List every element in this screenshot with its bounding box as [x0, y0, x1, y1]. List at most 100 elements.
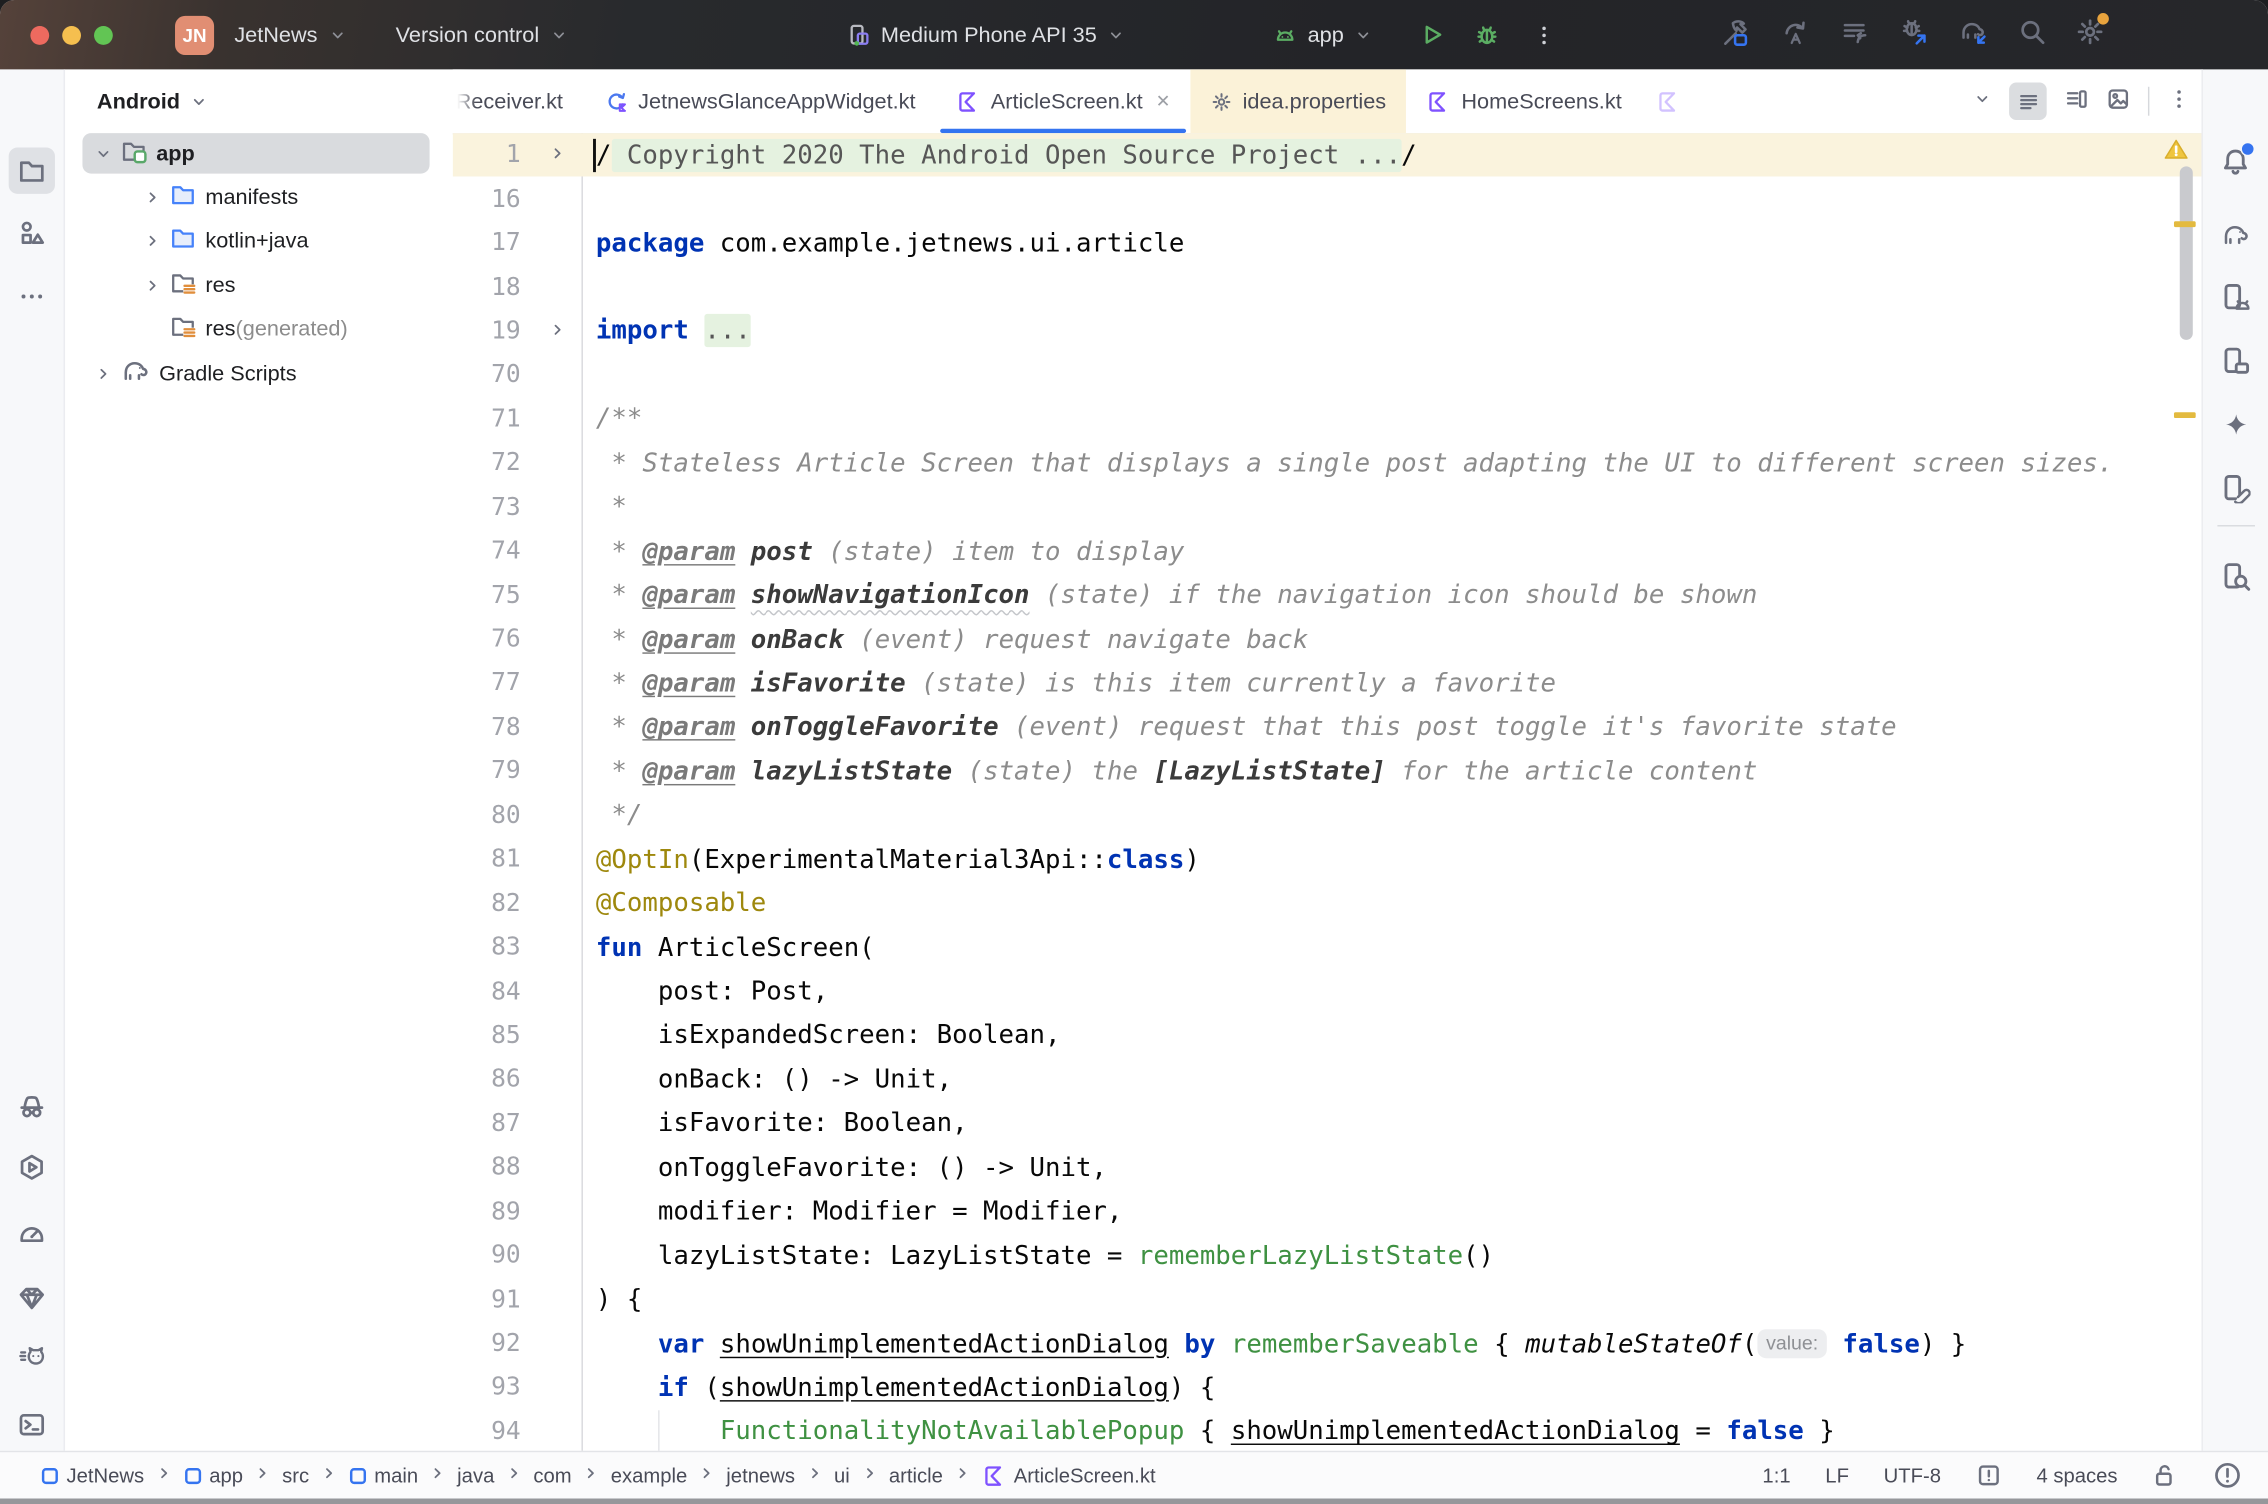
code-line-71[interactable]: 71/** — [453, 397, 2203, 441]
editor-tab-articlescreen-kt[interactable]: ArticleScreen.kt✕ — [936, 69, 1191, 133]
more-run-actions-button[interactable] — [1532, 22, 1557, 47]
code-line-91[interactable]: 91) { — [453, 1278, 2203, 1322]
code-line-87[interactable]: 87 isFavorite: Boolean, — [453, 1102, 2203, 1146]
code-line-93[interactable]: 93 if (showUnimplementedActionDialog) { — [453, 1366, 2203, 1410]
device-selector[interactable]: Medium Phone API 35 — [846, 22, 1126, 47]
breadcrumb-item-jetnews[interactable]: jetnews — [726, 1464, 795, 1487]
editor-tab-idea-properties[interactable]: idea.properties — [1191, 69, 1407, 133]
code-line-83[interactable]: 83fun ArticleScreen( — [453, 926, 2203, 970]
services-hexagon-tool-button[interactable] — [9, 1144, 55, 1190]
project-selector[interactable]: JetNews — [234, 22, 346, 47]
tree-expand-toggle[interactable] — [91, 364, 114, 383]
caret-position-widget[interactable]: 1:1 — [1762, 1464, 1790, 1487]
code-line-1[interactable]: 1/ Copyright 2020 The Android Open Sourc… — [453, 133, 2203, 177]
redo-button[interactable] — [1781, 17, 1811, 53]
tree-item-res[interactable]: res (generated) — [65, 307, 453, 351]
tree-item-res[interactable]: res — [65, 263, 453, 307]
breadcrumb-item-article[interactable]: article — [889, 1464, 943, 1487]
device-spy-tool-button[interactable] — [9, 1083, 55, 1129]
breadcrumb-item-ui[interactable]: ui — [834, 1464, 850, 1487]
line-separator-widget[interactable]: LF — [1825, 1464, 1849, 1487]
project-folder-tool-button[interactable] — [9, 148, 55, 194]
file-warning-indicator[interactable] — [2162, 137, 2189, 162]
editor-tab-jetnewsglanceappwidget-kt[interactable]: JetnewsGlanceAppWidget.kt — [583, 69, 936, 133]
breadcrumb-item-jetnews[interactable]: JetNews — [40, 1464, 144, 1487]
run-button[interactable] — [1419, 22, 1445, 48]
device-explorer-tool-button[interactable] — [2212, 464, 2258, 510]
problems-widget[interactable] — [2213, 1461, 2242, 1490]
code-line-86[interactable]: 86 onBack: () -> Unit, — [453, 1058, 2203, 1102]
logcat-cat-tool-button[interactable] — [9, 1335, 55, 1381]
project-view-selector[interactable]: Android — [97, 90, 453, 115]
code-line-78[interactable]: 78 * @param onToggleFavorite (event) req… — [453, 705, 2203, 749]
device-manager-tool-button[interactable] — [2212, 273, 2258, 319]
editor-tab-overflow-partial[interactable] — [1642, 69, 1696, 133]
close-tab-icon[interactable]: ✕ — [1156, 91, 1171, 111]
code-line-85[interactable]: 85 isExpandedScreen: Boolean, — [453, 1014, 2203, 1058]
tree-expand-toggle[interactable] — [140, 188, 163, 207]
close-window-button[interactable] — [30, 25, 49, 44]
breadcrumb-item-src[interactable]: src — [282, 1464, 309, 1487]
profiler-gauge-tool-button[interactable] — [9, 1209, 55, 1255]
gradle-elephant-tool-button[interactable] — [2212, 211, 2258, 257]
running-devices-tool-button[interactable] — [2212, 337, 2258, 383]
tree-expand-toggle[interactable] — [91, 144, 114, 163]
vcs-widget[interactable]: Version control — [396, 22, 568, 47]
code-line-88[interactable]: 88 onToggleFavorite: () -> Unit, — [453, 1146, 2203, 1190]
encoding-widget[interactable]: UTF-8 — [1884, 1464, 1941, 1487]
tree-item-gradle-scripts[interactable]: Gradle Scripts — [65, 351, 453, 395]
gem-tool-button[interactable] — [9, 1274, 55, 1320]
tree-item-kotlin-java[interactable]: kotlin+java — [65, 220, 453, 264]
code-line-89[interactable]: 89 modifier: Modifier = Modifier, — [453, 1190, 2203, 1234]
debug-button[interactable] — [1474, 22, 1500, 48]
code-line-90[interactable]: 90 lazyListState: LazyListState = rememb… — [453, 1234, 2203, 1278]
notifications-bell-tool-button[interactable] — [2212, 137, 2258, 183]
code-line-77[interactable]: 77 * @param isFavorite (state) is this i… — [453, 661, 2203, 705]
breadcrumb-item-com[interactable]: com — [533, 1464, 571, 1487]
code-line-73[interactable]: 73 * — [453, 485, 2203, 529]
code-line-80[interactable]: 80 */ — [453, 793, 2203, 837]
code-line-17[interactable]: 17package com.example.jetnews.ui.article — [453, 221, 2203, 265]
build-hammer-button[interactable] — [1721, 17, 1751, 53]
scrollbar-thumb[interactable] — [2180, 166, 2193, 340]
code-line-81[interactable]: 81@OptIn(ExperimentalMaterial3Api::class… — [453, 837, 2203, 881]
code-line-94[interactable]: 94 FunctionalityNotAvailablePopup { show… — [453, 1410, 2203, 1452]
indent-widget[interactable]: 4 spaces — [2037, 1464, 2118, 1487]
history-button[interactable] — [1840, 17, 1870, 53]
breadcrumb-item-example[interactable]: example — [611, 1464, 688, 1487]
warning-stripe-mark[interactable] — [2174, 412, 2196, 418]
warning-stripe-mark[interactable] — [2174, 221, 2196, 227]
editor-tab-homescreens-kt[interactable]: HomeScreens.kt — [1406, 69, 1642, 133]
code-line-76[interactable]: 76 * @param onBack (event) request navig… — [453, 617, 2203, 661]
reader-mode-button[interactable] — [2009, 82, 2047, 120]
more-horizontal-tool-button[interactable] — [9, 273, 55, 319]
code-line-16[interactable]: 16 — [453, 177, 2203, 221]
tree-item-manifests[interactable]: manifests — [65, 176, 453, 220]
breadcrumb-item-java[interactable]: java — [457, 1464, 494, 1487]
gradle-sync-button[interactable] — [1958, 17, 1988, 53]
run-configuration-selector[interactable]: app — [1273, 22, 1373, 47]
debug-attach-button[interactable] — [1899, 17, 1929, 53]
code-line-70[interactable]: 70 — [453, 353, 2203, 397]
breadcrumb-item-articlescreen-kt[interactable]: ArticleScreen.kt — [982, 1463, 1156, 1488]
code-line-82[interactable]: 82@Composable — [453, 882, 2203, 926]
tree-item-app[interactable]: app — [65, 132, 453, 176]
code-line-19[interactable]: 19import ... — [453, 309, 2203, 353]
readonly-toggle[interactable] — [2152, 1462, 2178, 1488]
resource-manager-tool-button[interactable] — [9, 210, 55, 256]
preview-image-button[interactable] — [2106, 86, 2131, 116]
tree-expand-toggle[interactable] — [140, 276, 163, 295]
kebab-button[interactable] — [2167, 86, 2192, 116]
chevron-down-button[interactable] — [1973, 89, 1992, 114]
structure-view-button[interactable] — [2064, 86, 2089, 116]
fold-toggle[interactable] — [548, 140, 567, 170]
search-button[interactable] — [2018, 17, 2047, 52]
code-line-84[interactable]: 84 post: Post, — [453, 970, 2203, 1014]
code-line-72[interactable]: 72 * Stateless Article Screen that displ… — [453, 441, 2203, 485]
code-editor[interactable]: 1/ Copyright 2020 The Android Open Sourc… — [453, 133, 2203, 1452]
zoom-window-button[interactable] — [94, 25, 113, 44]
code-line-79[interactable]: 79 * @param lazyListState (state) the [L… — [453, 749, 2203, 793]
code-line-75[interactable]: 75 * @param showNavigationIcon (state) i… — [453, 573, 2203, 617]
settings-button[interactable] — [2076, 17, 2105, 52]
code-line-74[interactable]: 74 * @param post (state) item to display — [453, 529, 2203, 573]
